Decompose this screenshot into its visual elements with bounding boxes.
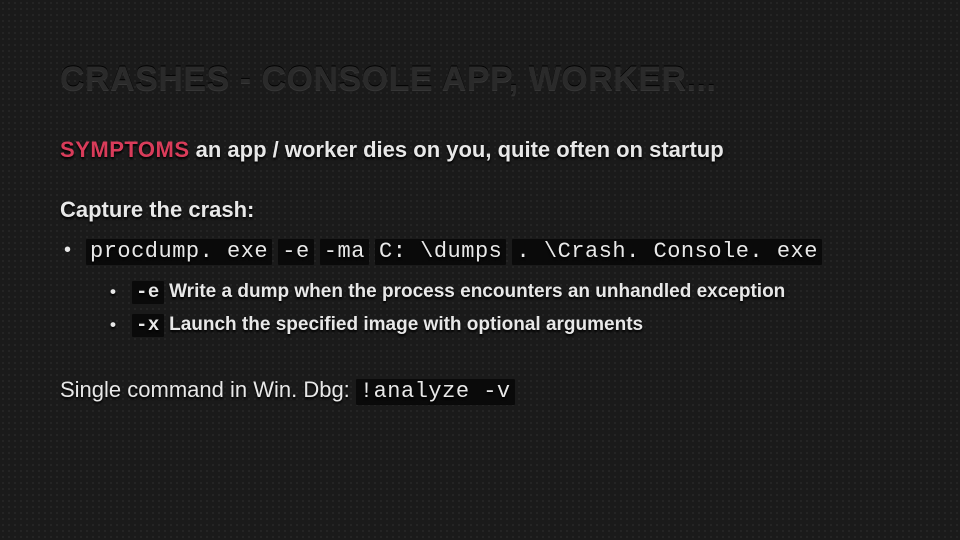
single-command-line: Single command in Win. Dbg: !analyze -v bbox=[60, 377, 900, 405]
procdump-command: procdump. exe -e -ma C: \dumps . \Crash.… bbox=[86, 237, 822, 262]
flag-e-desc: Write a dump when the process encounters… bbox=[164, 281, 785, 302]
flag-x: -x bbox=[132, 314, 164, 337]
symptoms-text: an app / worker dies on you, quite often… bbox=[190, 137, 724, 162]
flag-x-desc: Launch the specified image with optional… bbox=[164, 314, 643, 335]
cmd-part4: C: \dumps bbox=[375, 239, 506, 265]
symptoms-label-rest: YMPTOMS bbox=[75, 137, 189, 162]
cmd-part2: -e bbox=[278, 239, 313, 265]
capture-heading: Capture the crash: bbox=[60, 197, 900, 223]
cmd-part5: . \Crash. Console. exe bbox=[512, 239, 821, 265]
slide-title: CRASHES - CONSOLE APP, WORKER... bbox=[60, 60, 900, 99]
list-item: procdump. exe -e -ma C: \dumps . \Crash.… bbox=[64, 237, 900, 337]
symptoms-line: SYMPTOMS an app / worker dies on you, qu… bbox=[60, 137, 900, 163]
cmd-part1: procdump. exe bbox=[86, 239, 272, 265]
cmd-part3: -ma bbox=[320, 239, 369, 265]
list-item: -x Launch the specified image with optio… bbox=[110, 314, 900, 337]
single-lead: Single command in Win. Dbg: bbox=[60, 377, 356, 402]
flag-e: -e bbox=[132, 281, 164, 304]
analyze-command: !analyze -v bbox=[356, 379, 515, 405]
capture-list: procdump. exe -e -ma C: \dumps . \Crash.… bbox=[64, 237, 900, 337]
list-item: -e Write a dump when the process encount… bbox=[110, 281, 900, 304]
flags-list: -e Write a dump when the process encount… bbox=[110, 281, 900, 337]
symptoms-label-lead: S bbox=[60, 137, 75, 162]
